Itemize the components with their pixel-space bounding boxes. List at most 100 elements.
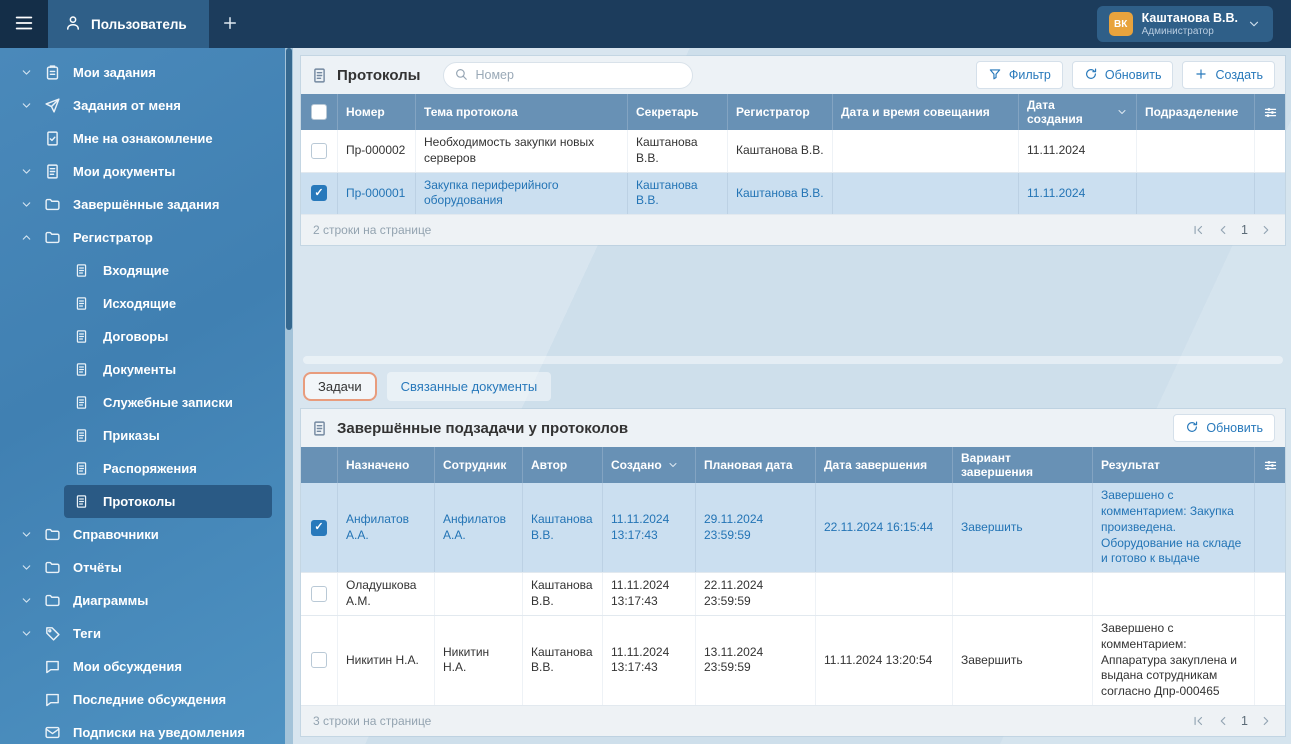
- first-page-icon[interactable]: [1191, 223, 1205, 237]
- app-window: Пользователь ВК Каштанова В.В. Администр…: [0, 0, 1291, 744]
- tasks-refresh-label: Обновить: [1206, 421, 1263, 435]
- filter-button-label: Фильтр: [1009, 68, 1051, 82]
- prev-page-icon[interactable]: [1216, 714, 1230, 728]
- column-header[interactable]: Назначено: [338, 447, 435, 483]
- next-page-icon[interactable]: [1259, 223, 1273, 237]
- row-checkbox[interactable]: [311, 143, 327, 159]
- sidebar-subitem[interactable]: Протоколы: [64, 485, 272, 518]
- tasks-refresh-button[interactable]: Обновить: [1173, 414, 1275, 442]
- row-checkbox[interactable]: ✓: [311, 520, 327, 536]
- table-row[interactable]: ✓Анфилатов А.А.Анфилатов А.А.Каштанова В…: [301, 483, 1285, 573]
- scrollbar-thumb[interactable]: [286, 48, 292, 330]
- tab-related-documents[interactable]: Связанные документы: [387, 372, 552, 401]
- row-checkbox[interactable]: ✓: [311, 185, 327, 201]
- tasks-panel: Завершённые подзадачи у протоколов Обнов…: [301, 409, 1285, 736]
- sidebar-item[interactable]: Задания от меня: [0, 89, 285, 122]
- sidebar-item-label: Мои задания: [73, 65, 156, 80]
- column-settings-icon[interactable]: [1255, 447, 1285, 483]
- sidebar-subitem[interactable]: Исходящие: [64, 287, 272, 320]
- table-cell: [816, 573, 953, 615]
- refresh-button[interactable]: Обновить: [1072, 61, 1174, 89]
- column-header[interactable]: Подразделение: [1137, 94, 1255, 130]
- table-header-row: НазначеноСотрудникАвторСозданоПлановая д…: [301, 447, 1285, 483]
- sidebar-item[interactable]: Завершённые задания: [0, 188, 285, 221]
- column-header[interactable]: Секретарь: [628, 94, 728, 130]
- column-header[interactable]: Плановая дата: [696, 447, 816, 483]
- person-icon: [64, 14, 82, 35]
- new-tab-button[interactable]: [209, 0, 251, 48]
- row-checkbox[interactable]: [311, 652, 327, 668]
- select-all-checkbox[interactable]: [311, 104, 327, 120]
- chevron-down-icon: [20, 627, 34, 640]
- search-input[interactable]: [475, 68, 682, 82]
- split-divider[interactable]: [303, 356, 1283, 364]
- column-header[interactable]: Сотрудник: [435, 447, 523, 483]
- sidebar-item[interactable]: Отчёты: [0, 551, 285, 584]
- select-all-cell: [301, 447, 338, 483]
- sidebar-subitem[interactable]: Документы: [64, 353, 272, 386]
- create-button[interactable]: Создать: [1182, 61, 1275, 89]
- table-cell: [1137, 173, 1255, 215]
- sidebar-item[interactable]: Мои задания: [0, 56, 285, 89]
- sidebar-subitem[interactable]: Распоряжения: [64, 452, 272, 485]
- table-cell: Завершено с комментарием: Закупка произв…: [1093, 483, 1255, 572]
- sidebar: Мои задания Задания от меняМне на ознаком…: [0, 48, 285, 744]
- column-header[interactable]: Дата создания: [1019, 94, 1137, 130]
- sidebar-subitem[interactable]: Служебные записки: [64, 386, 272, 419]
- user-menu[interactable]: ВК Каштанова В.В. Администратор: [1097, 6, 1273, 42]
- table-row[interactable]: Пр-000002Необходимость закупки новых сер…: [301, 130, 1285, 173]
- sidebar-item[interactable]: Мои обсуждения: [0, 650, 285, 683]
- sidebar-item-label: Справочники: [73, 527, 159, 542]
- prev-page-icon[interactable]: [1216, 223, 1230, 237]
- table-row[interactable]: ✓Пр-000001Закупка периферийного оборудов…: [301, 173, 1285, 216]
- table-row[interactable]: Никитин Н.А.Никитин Н.А.Каштанова В.В.11…: [301, 616, 1285, 706]
- column-settings-icon[interactable]: [1255, 94, 1285, 130]
- main-menu-button[interactable]: [0, 0, 48, 48]
- refresh-button-label: Обновить: [1105, 68, 1162, 82]
- chevron-down-icon: [20, 165, 34, 178]
- funnel-icon: [988, 67, 1002, 84]
- next-page-icon[interactable]: [1259, 714, 1273, 728]
- column-header[interactable]: Дата и время совещания: [833, 94, 1019, 130]
- sidebar-item[interactable]: Подписки на уведомления: [0, 716, 285, 744]
- sidebar-item[interactable]: Мне на ознакомление: [0, 122, 285, 155]
- sidebar-item[interactable]: Справочники: [0, 518, 285, 551]
- column-header[interactable]: Тема протокола: [416, 94, 628, 130]
- column-header[interactable]: Вариант завершения: [953, 447, 1093, 483]
- sidebar-subitem[interactable]: Приказы: [64, 419, 272, 452]
- tab-related-documents-label: Связанные документы: [401, 379, 538, 394]
- sidebar-item-label: Мои документы: [73, 164, 175, 179]
- column-header[interactable]: Создано: [603, 447, 696, 483]
- column-header[interactable]: Номер: [338, 94, 416, 130]
- column-header[interactable]: Результат: [1093, 447, 1255, 483]
- table-cell: 11.11.2024 13:17:43: [603, 616, 696, 705]
- sidebar-subitem-label: Документы: [103, 362, 176, 377]
- table-row[interactable]: Оладушкова А.М.Каштанова В.В.11.11.2024 …: [301, 573, 1285, 616]
- sidebar-item[interactable]: Теги: [0, 617, 285, 650]
- tab-tasks[interactable]: Задачи: [303, 372, 377, 401]
- select-all-cell[interactable]: [301, 94, 338, 130]
- filter-button[interactable]: Фильтр: [976, 61, 1063, 89]
- chevron-down-icon: [20, 528, 34, 541]
- table-cell: Завершено с комментарием: Аппаратура зак…: [1093, 616, 1255, 705]
- sidebar-scrollbar[interactable]: [285, 48, 293, 744]
- sidebar-item[interactable]: Регистратор: [0, 221, 285, 254]
- row-checkbox[interactable]: [311, 586, 327, 602]
- table-cell: [1137, 130, 1255, 172]
- column-header[interactable]: Дата завершения: [816, 447, 953, 483]
- sidebar-item[interactable]: Последние обсуждения: [0, 683, 285, 716]
- row-select-cell: [301, 130, 338, 172]
- column-header[interactable]: Автор: [523, 447, 603, 483]
- first-page-icon[interactable]: [1191, 714, 1205, 728]
- tab-user[interactable]: Пользователь: [48, 0, 209, 48]
- sidebar-subitem-label: Договоры: [103, 329, 168, 344]
- sidebar-item[interactable]: Диаграммы: [0, 584, 285, 617]
- current-page: 1: [1241, 714, 1248, 728]
- tasks-table-footer: 3 строки на странице 1: [301, 706, 1285, 736]
- search-box[interactable]: [443, 62, 693, 89]
- sidebar-subitem[interactable]: Входящие: [64, 254, 272, 287]
- sidebar-item[interactable]: Мои документы: [0, 155, 285, 188]
- column-header[interactable]: Регистратор: [728, 94, 833, 130]
- pagination: 1: [1191, 714, 1273, 728]
- sidebar-subitem[interactable]: Договоры: [64, 320, 272, 353]
